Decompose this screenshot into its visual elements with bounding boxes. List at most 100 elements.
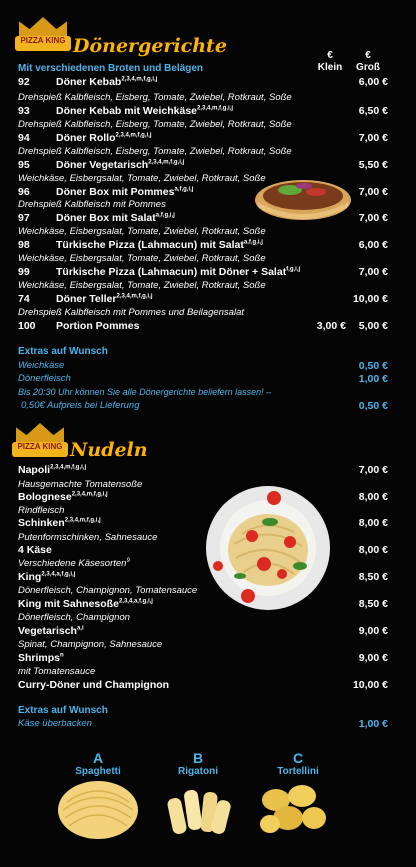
item-name: Vegetarischa,i: [18, 625, 84, 637]
price-small: 3,00 €: [316, 320, 346, 332]
extra-name: Käse überbacken: [18, 718, 92, 729]
extra-price: 1,00 €: [358, 718, 388, 730]
allergen-codes: 2,3,4,m,f,g,i,j: [116, 293, 153, 300]
menu-item: Curry-Döner und Champignon 10,00 €: [18, 679, 388, 692]
item-name: Döner Box mit Pommesa,f,g,i,j: [56, 186, 194, 198]
extra-item: Dönerfleisch 1,00 €: [18, 373, 388, 385]
item-name: Napoli2,3,4,m,f,g,i,j: [18, 464, 87, 476]
extra-item: Käse überbacken 1,00 €: [18, 718, 388, 730]
price-large: 10,00 €: [352, 293, 388, 305]
pasta-type-b: B Rigatoni: [178, 750, 218, 778]
menu-item: Bolognese2,3,4,m,f,g,i,j 8,00 €: [18, 491, 388, 504]
menu-item: 92 Döner Kebab2,3,4,m,f,g,i,j 6,00 €: [18, 76, 388, 89]
item-description: Weichkäse, Eisbergsalat, Tomate, Zwiebel…: [18, 226, 266, 237]
menu-item: Vegetarischa,i 9,00 €: [18, 625, 388, 638]
allergen-codes: 2,3,4,m,f,g,i,j: [50, 464, 87, 471]
menu-item: 74 Döner Teller2,3,4,m,f,g,i,j 10,00 €: [18, 293, 388, 306]
item-name: Portion Pommes: [56, 320, 140, 332]
price-large: 7,00 €: [358, 132, 388, 144]
tortellini-image: [258, 780, 328, 840]
item-name: Schinken2,3,4,m,f,g,i,j: [18, 517, 101, 529]
menu-item: 4 Käse 8,00 €: [18, 544, 388, 557]
price: 8,50 €: [358, 571, 388, 583]
item-description: Weichkäse, Eisbergsalat, Tomate, Zwiebel…: [18, 253, 266, 264]
item-name: Curry-Döner und Champignon: [18, 679, 170, 691]
allergen-codes: a,f,g,i,j: [243, 239, 263, 246]
price-large: 6,00 €: [358, 76, 388, 88]
menu-item: 93 Döner Kebab mit Weichkäse2,3,4,m,f,g,i…: [18, 105, 388, 118]
menu-item: King mit Sahnesoße2,3,4,a,f,g,i,j 8,50 €: [18, 598, 388, 611]
price: 10,00 €: [352, 679, 388, 691]
section-title-doner: Dönergerichte: [73, 35, 227, 57]
menu-item: 99 Türkische Pizza (Lahmacun) mit Döner +…: [18, 266, 388, 279]
allergen-codes: a,f,g,i,j: [155, 212, 175, 219]
price-large: 7,00 €: [358, 186, 388, 198]
item-number: 92: [18, 76, 30, 88]
extra-item: Weichkäse 0,50 €: [18, 360, 388, 372]
item-name: Türkische Pizza (Lahmacun) mit Döner + S…: [56, 266, 301, 278]
allergen-codes: 2,3,4,a,f,g,i,j: [118, 598, 153, 605]
item-name: Türkische Pizza (Lahmacun) mit Salata,f,…: [56, 239, 263, 251]
item-number: 95: [18, 159, 30, 171]
allergen-codes: 2,3,4,m,f,g,i,j: [64, 517, 101, 524]
item-name: Döner Box mit Salata,f,g,i,j: [56, 212, 175, 224]
delivery-surcharge: 0,50€ Aufpreis bei Lieferung 0,50 €: [18, 400, 388, 412]
item-description: Putenformschinken, Sahnesauce: [18, 532, 158, 543]
item-name: Döner Rollo2,3,4,m,f,g,i,j: [56, 132, 152, 144]
item-description: Dönerfleisch, Champignon: [18, 612, 130, 623]
price: 7,00 €: [358, 464, 388, 476]
item-name: Shrimpsn: [18, 652, 64, 664]
allergen-codes: 2,3,4,m,f,g,i,j: [71, 491, 108, 498]
item-description: Drehspieß Kalbfleisch, Eisberg, Tomate, …: [18, 92, 292, 103]
menu-item: 98 Türkische Pizza (Lahmacun) mit Salata,…: [18, 239, 388, 252]
item-description: Drehspieß Kalbfleisch mit Pommes: [18, 199, 166, 210]
allergen-codes: 2,3,4,m,f,g,i,j: [148, 159, 185, 166]
item-name: Döner Kebab mit Weichkäse2,3,4,m,f,g,i,j: [56, 105, 234, 117]
price-large: 7,00 €: [358, 266, 388, 278]
item-description: Drehspieß Kalbfleisch, Eisberg, Tomate, …: [18, 146, 292, 157]
price: 8,50 €: [358, 598, 388, 610]
item-description: Weichkäse, Eisbergsalat, Tomate, Zwiebel…: [18, 173, 266, 184]
delivery-surcharge-price: 0,50 €: [358, 400, 388, 412]
item-number: 100: [18, 320, 36, 332]
allergen-codes: a,i: [76, 625, 84, 632]
menu-item: 94 Döner Rollo2,3,4,m,f,g,i,j 7,00 €: [18, 132, 388, 145]
logo-text: PIZZA KING: [15, 36, 71, 51]
allergen-codes: 2,3,4,m,f,g,i,j: [121, 76, 158, 83]
col-head-small: € Klein: [310, 50, 350, 74]
extra-price: 0,50 €: [358, 360, 388, 372]
allergen-codes: f,g,i,j: [286, 266, 301, 273]
item-description: Drehspieß Kalbfleisch mit Pommes und Bei…: [18, 307, 244, 318]
item-number: 96: [18, 186, 30, 198]
price-large: 6,50 €: [358, 105, 388, 117]
menu-item: Schinken2,3,4,m,f,g,i,j 8,00 €: [18, 517, 388, 530]
price: 8,00 €: [358, 491, 388, 503]
doner-subtitle: Mit verschiedenen Broten und Belägen: [18, 63, 204, 74]
menu-item: King2,3,4,a,f,g,i,j 8,50 €: [18, 571, 388, 584]
allergen-codes: 2,3,4,a,f,g,i,j: [41, 571, 76, 578]
extra-price: 1,00 €: [358, 373, 388, 385]
item-name: Döner Vegetarisch2,3,4,m,f,g,i,j: [56, 159, 185, 171]
col-head-large: € Groß: [348, 50, 388, 74]
item-description: Hausgemachte Tomatensoße: [18, 479, 143, 490]
pasta-plate-image: [204, 484, 332, 612]
extras-title: Extras auf Wunsch: [18, 705, 108, 716]
menu-item: 100 Portion Pommes 3,00 € 5,00 €: [18, 320, 388, 333]
pizza-king-logo: PIZZA KING: [10, 423, 70, 459]
extra-name: Dönerfleisch: [18, 373, 71, 384]
item-number: 97: [18, 212, 30, 224]
item-description: mit Tomatensauce: [18, 666, 96, 677]
item-name: Döner Teller2,3,4,m,f,g,i,j: [56, 293, 153, 305]
price: 8,00 €: [358, 544, 388, 556]
rigatoni-image: [166, 784, 232, 838]
col-head-small-currency: €: [327, 50, 333, 61]
price: 9,00 €: [358, 652, 388, 664]
pasta-type-a: A Spaghetti: [75, 750, 121, 778]
allergen-codes: n: [60, 652, 64, 659]
pizza-king-logo: PIZZA KING: [13, 17, 73, 53]
item-description: Dönerfleisch, Champignon, Tomatensauce: [18, 585, 198, 596]
item-description: Drehspieß Kalbfleisch, Eisberg, Tomate, …: [18, 119, 292, 130]
col-head-large-label: Groß: [356, 62, 380, 73]
item-name: Bolognese2,3,4,m,f,g,i,j: [18, 491, 108, 503]
menu-item: Napoli2,3,4,m,f,g,i,j 7,00 €: [18, 464, 388, 477]
